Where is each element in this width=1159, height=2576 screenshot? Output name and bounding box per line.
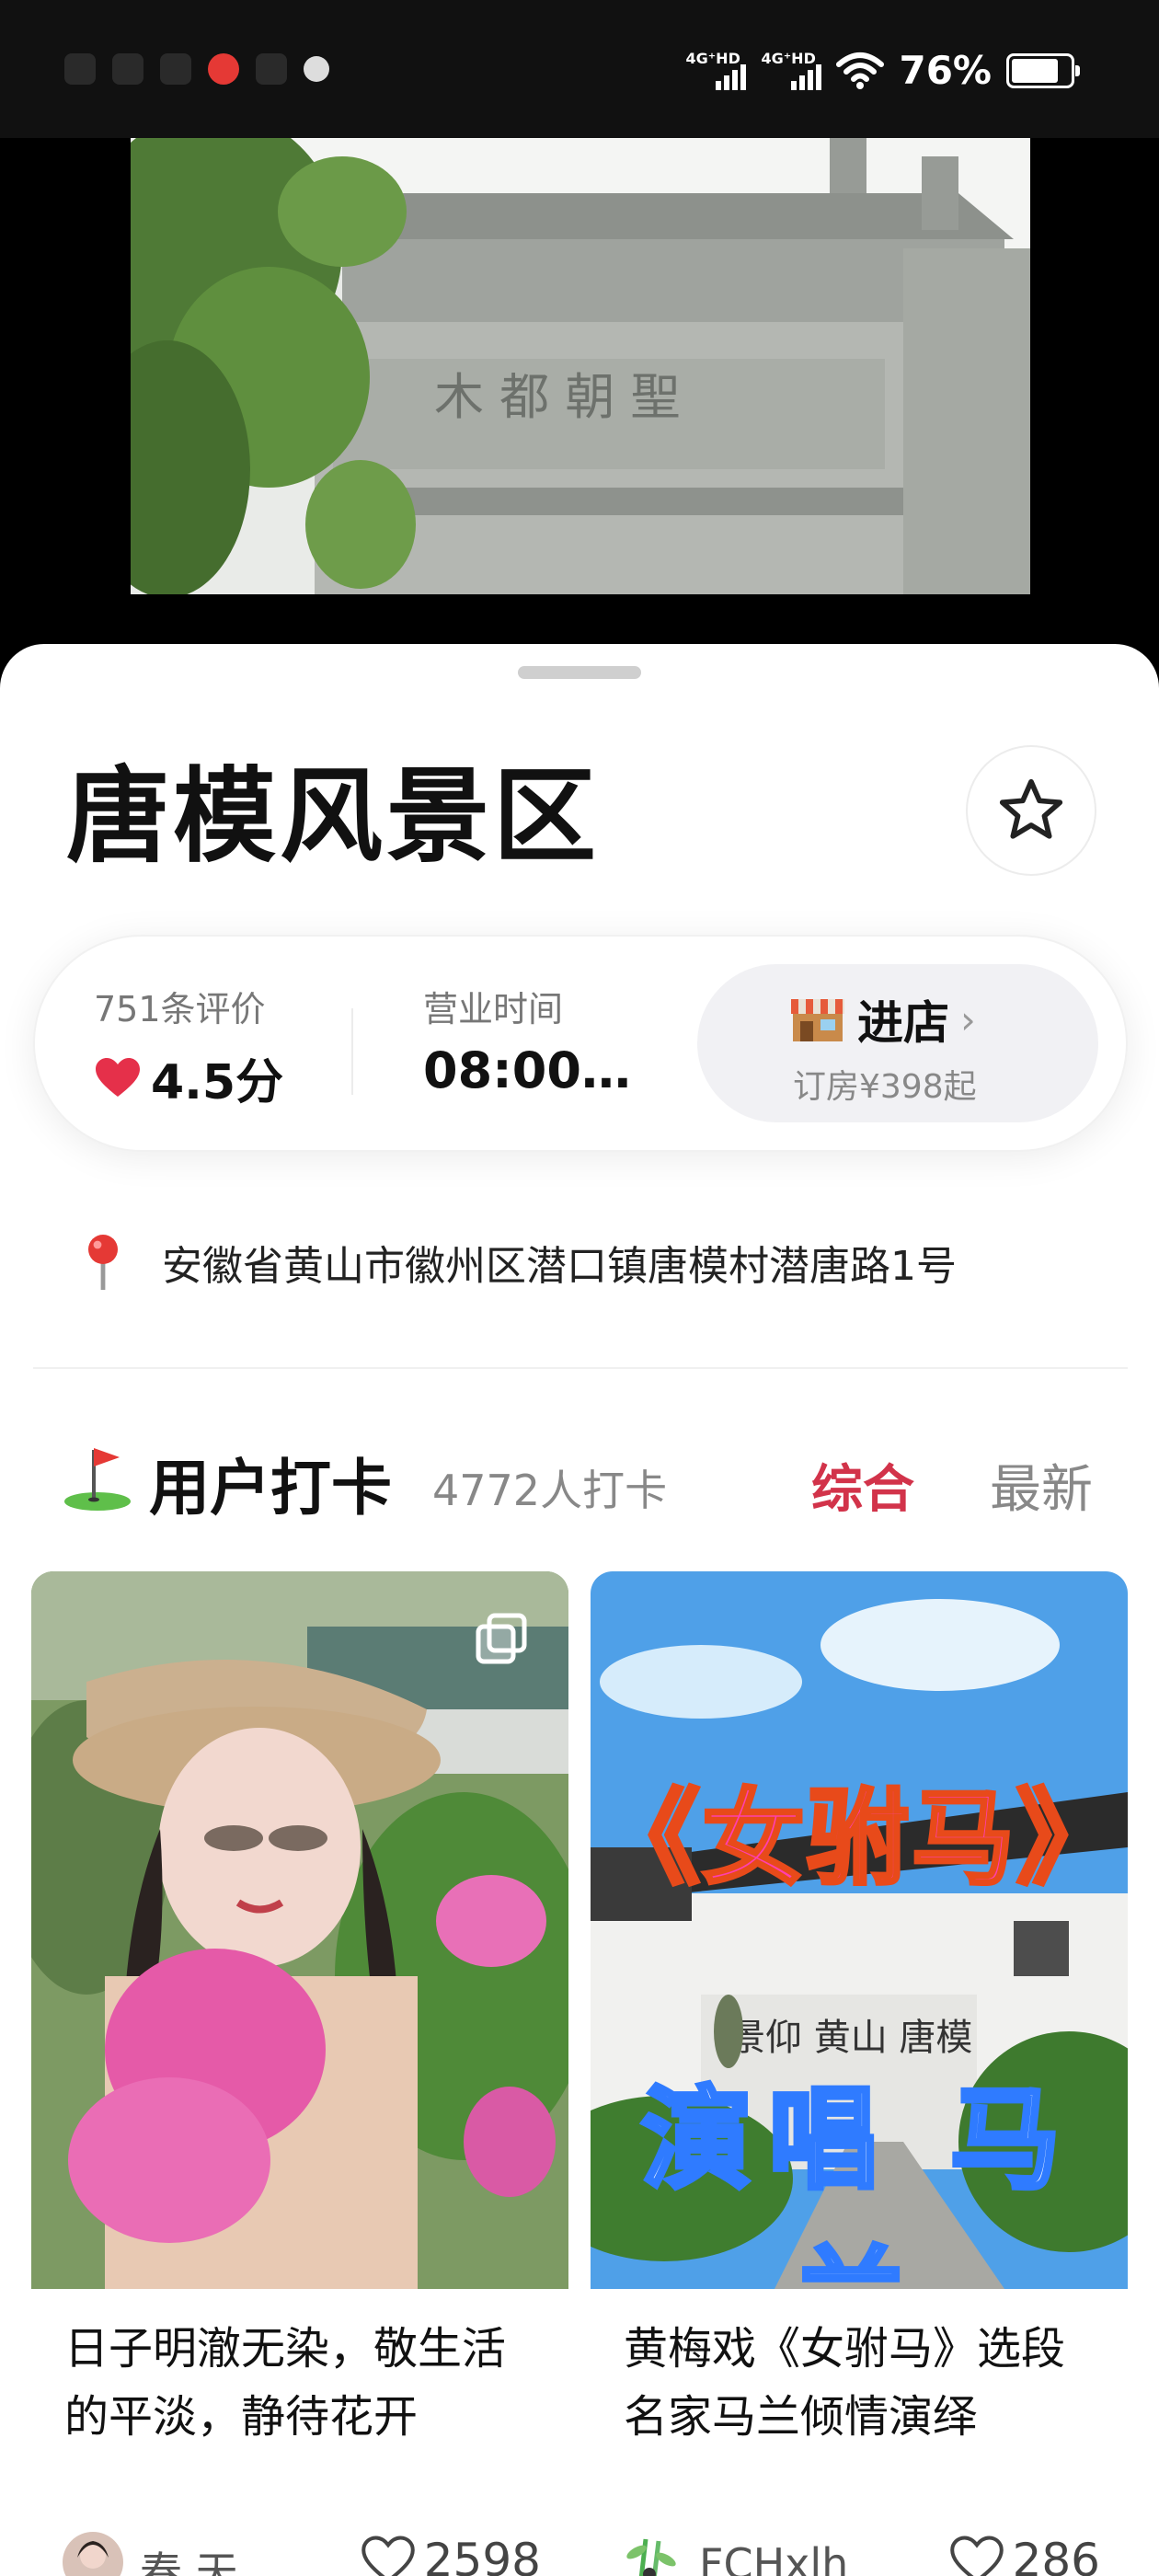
hero-photo[interactable]: 木 都 朝 聖 (131, 138, 1030, 594)
post-card[interactable]: 日子明澈无染，敬生活的平淡，静待花开 春 天 2598 (31, 1571, 568, 2576)
status-left (64, 53, 329, 85)
hours-label: 营业时间 (423, 989, 564, 1029)
enter-shop-button[interactable]: 进店 › 订房¥398起 (697, 964, 1098, 1122)
post-title[interactable]: 黄梅戏《女驸马》选段名家马兰倾情演绎 (624, 2315, 1102, 2451)
post-title[interactable]: 日子明澈无染，敬生活的平淡，静待花开 (64, 2315, 543, 2451)
app-notification-icon (256, 53, 287, 85)
address-text: 安徽省黄山市徽州区潜口镇唐模村潜唐路1号 (162, 1243, 957, 1290)
location-pin-icon (88, 1235, 118, 1290)
hero-area[interactable]: 木 都 朝 聖 (0, 138, 1159, 690)
author-name[interactable]: 春 天 (140, 2539, 238, 2576)
golf-flag-icon (64, 1448, 131, 1511)
review-count[interactable]: 751条评价 (94, 981, 266, 1031)
multi-image-icon (476, 1613, 527, 1664)
avatar[interactable] (622, 2532, 683, 2576)
svg-text:木 都 朝 聖: 木 都 朝 聖 (434, 368, 681, 426)
signal-icon: 4G⁺HD (685, 50, 747, 92)
info-card: 751条评价 4.5分 营业时间 08:00… 进店 › 订房¥398起 (33, 935, 1128, 1152)
battery-icon (1006, 52, 1080, 88)
like-icon (949, 2536, 1004, 2576)
wifi-icon (836, 52, 885, 89)
post-card[interactable]: 景仰 黄山 唐模 《女驸马》 演唱 马兰 黄梅戏《女驸马》选段名家马兰倾情演绎 … (591, 1571, 1128, 2576)
post-footer: 春 天 2598 (63, 2532, 541, 2576)
app-notification-icon (64, 53, 96, 85)
dot-icon (304, 56, 329, 82)
hours-value[interactable]: 08:00… (423, 1041, 631, 1099)
checkin-count: 4772人打卡 (432, 1466, 668, 1515)
post-footer: FCHxlh 286 (622, 2532, 1100, 2576)
post-image[interactable]: 景仰 黄山 唐模 《女驸马》 演唱 马兰 (591, 1571, 1128, 2289)
signal-icon: 4G⁺HD (761, 50, 822, 92)
sheet-drag-handle[interactable] (518, 666, 641, 679)
app-notification-icon (160, 53, 191, 85)
status-bar: 4G⁺HD 4G⁺HD 76% (0, 0, 1159, 138)
favorite-button[interactable] (966, 745, 1096, 876)
tab-comprehensive[interactable]: 综合 (811, 1448, 914, 1523)
checkin-header: 用户打卡 4772人打卡 综合 最新 (61, 1433, 1100, 1524)
like-count: 2598 (423, 2534, 541, 2576)
video-overlay-subtitle: 演唱 马兰 (639, 2075, 1077, 2290)
shop-icon (791, 999, 844, 1041)
room-price: 订房¥398起 (793, 1068, 977, 1106)
heart-icon (96, 1057, 140, 1097)
video-overlay-title: 《女驸马》 (595, 1777, 1121, 1901)
post-image[interactable] (31, 1571, 568, 2289)
status-right: 4G⁺HD 4G⁺HD 76% (685, 48, 1080, 93)
enter-shop-label: 进店 (857, 996, 949, 1050)
author-name[interactable]: FCHxlh (699, 2539, 848, 2576)
checkin-title: 用户打卡 (149, 1453, 392, 1524)
divider (351, 1008, 353, 1095)
address-row[interactable]: 安徽省黄山市徽州区潜口镇唐模村潜唐路1号 (83, 1233, 957, 1292)
battery-percent: 76% (899, 48, 992, 93)
avatar[interactable] (63, 2532, 123, 2576)
chevron-right-icon: › (960, 996, 976, 1042)
like-button[interactable]: 2598 (361, 2534, 541, 2576)
tab-latest[interactable]: 最新 (990, 1448, 1093, 1523)
like-icon (361, 2536, 415, 2576)
rating-row[interactable]: 4.5分 (94, 1043, 283, 1112)
like-count: 286 (1012, 2534, 1100, 2576)
app-notification-icon (112, 53, 143, 85)
record-icon (208, 53, 239, 85)
place-title: 唐模风景区 (66, 757, 600, 877)
divider (33, 1367, 1128, 1369)
rating-score: 4.5分 (151, 1055, 284, 1110)
like-button[interactable]: 286 (949, 2534, 1100, 2576)
star-icon (999, 778, 1063, 839)
